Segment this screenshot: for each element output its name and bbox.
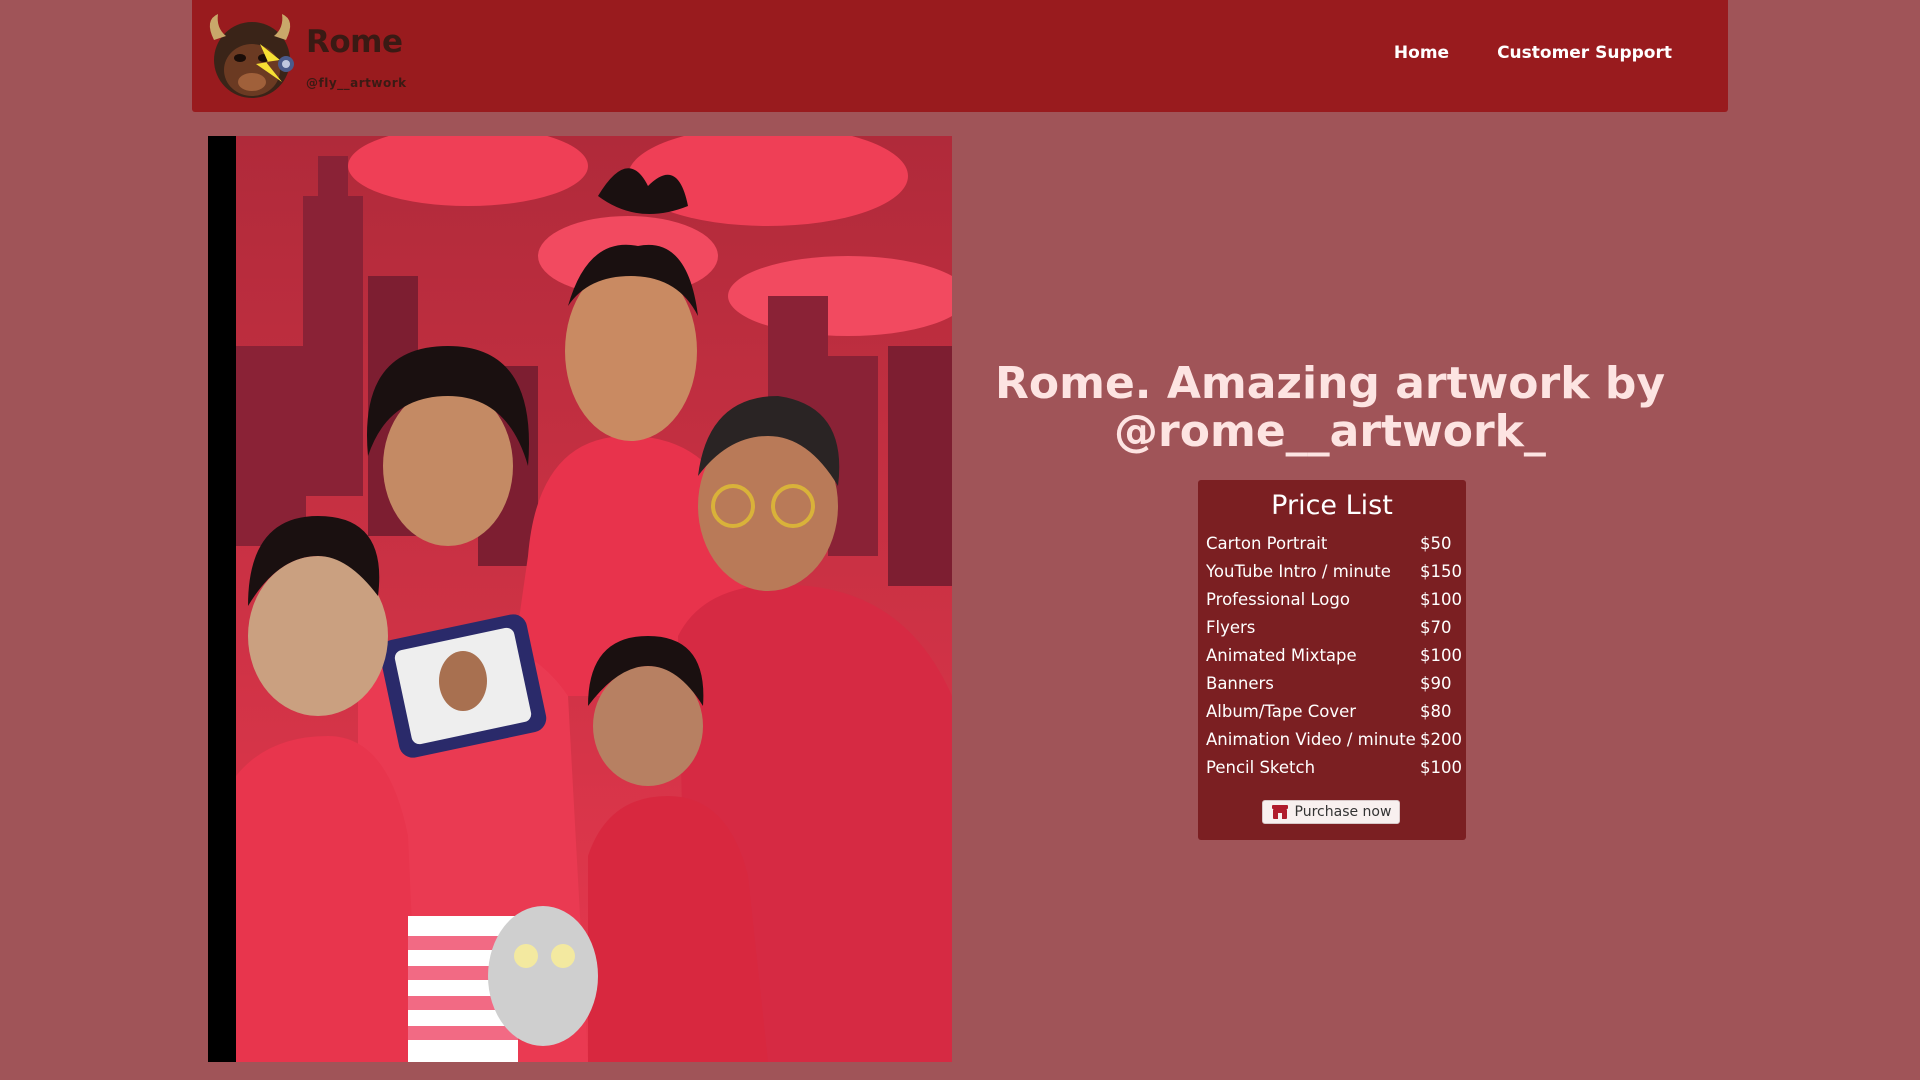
- family-portrait-artwork: [208, 136, 952, 1062]
- bull-logo-icon: [209, 14, 294, 98]
- navbar: Rome @fly__artwork Home Customer Support: [192, 0, 1728, 112]
- nav-customer-support-link[interactable]: Customer Support: [1497, 43, 1672, 63]
- price-row: Professional Logo $100: [1206, 590, 1462, 618]
- price-item-name: Professional Logo: [1206, 590, 1350, 609]
- brand-name: Rome: [306, 24, 403, 60]
- price-list-title: Price List: [1271, 490, 1393, 521]
- price-item-value: $200: [1420, 730, 1462, 749]
- price-row: YouTube Intro / minute $150: [1206, 562, 1462, 590]
- price-item-value: $70: [1420, 618, 1452, 637]
- shop-icon: [1271, 805, 1288, 819]
- purchase-now-label: Purchase now: [1294, 804, 1392, 820]
- price-item-value: $80: [1420, 702, 1452, 721]
- price-item-value: $90: [1420, 674, 1452, 693]
- price-row: Animated Mixtape $100: [1206, 646, 1462, 674]
- price-list-card: Price List Carton Portrait $50 YouTube I…: [1198, 480, 1466, 840]
- family-portrait-illustration: [208, 136, 952, 1062]
- purchase-now-button[interactable]: Purchase now: [1262, 800, 1400, 824]
- price-item-name: YouTube Intro / minute: [1206, 562, 1391, 581]
- price-row: Flyers $70: [1206, 618, 1458, 646]
- price-item-name: Carton Portrait: [1206, 534, 1328, 553]
- brand-logo-link[interactable]: Rome @fly__artwork: [200, 10, 430, 102]
- price-item-value: $100: [1420, 646, 1462, 665]
- price-item-name: Animation Video / minute: [1206, 730, 1416, 749]
- price-item-name: Flyers: [1206, 618, 1256, 637]
- price-item-value: $100: [1420, 758, 1462, 777]
- nav-links: Home Customer Support: [1394, 43, 1672, 63]
- price-item-value: $100: [1420, 590, 1462, 609]
- price-item-name: Album/Tape Cover: [1206, 702, 1357, 721]
- price-row: Animation Video / minute $200: [1206, 730, 1462, 758]
- price-item-name: Animated Mixtape: [1206, 646, 1357, 665]
- price-item-value: $150: [1420, 562, 1462, 581]
- price-row: Album/Tape Cover $80: [1206, 702, 1458, 730]
- price-row: Pencil Sketch $100: [1206, 758, 1462, 786]
- price-item-name: Banners: [1206, 674, 1274, 693]
- price-row: Banners $90: [1206, 674, 1458, 702]
- price-item-value: $50: [1420, 534, 1452, 553]
- hero-title: Rome. Amazing artwork by @rome__artwork_: [994, 358, 1665, 457]
- nav-home-link[interactable]: Home: [1394, 43, 1449, 63]
- price-row: Carton Portrait $50: [1206, 534, 1458, 562]
- brand-handle: @fly__artwork: [306, 76, 407, 90]
- price-item-name: Pencil Sketch: [1206, 758, 1316, 777]
